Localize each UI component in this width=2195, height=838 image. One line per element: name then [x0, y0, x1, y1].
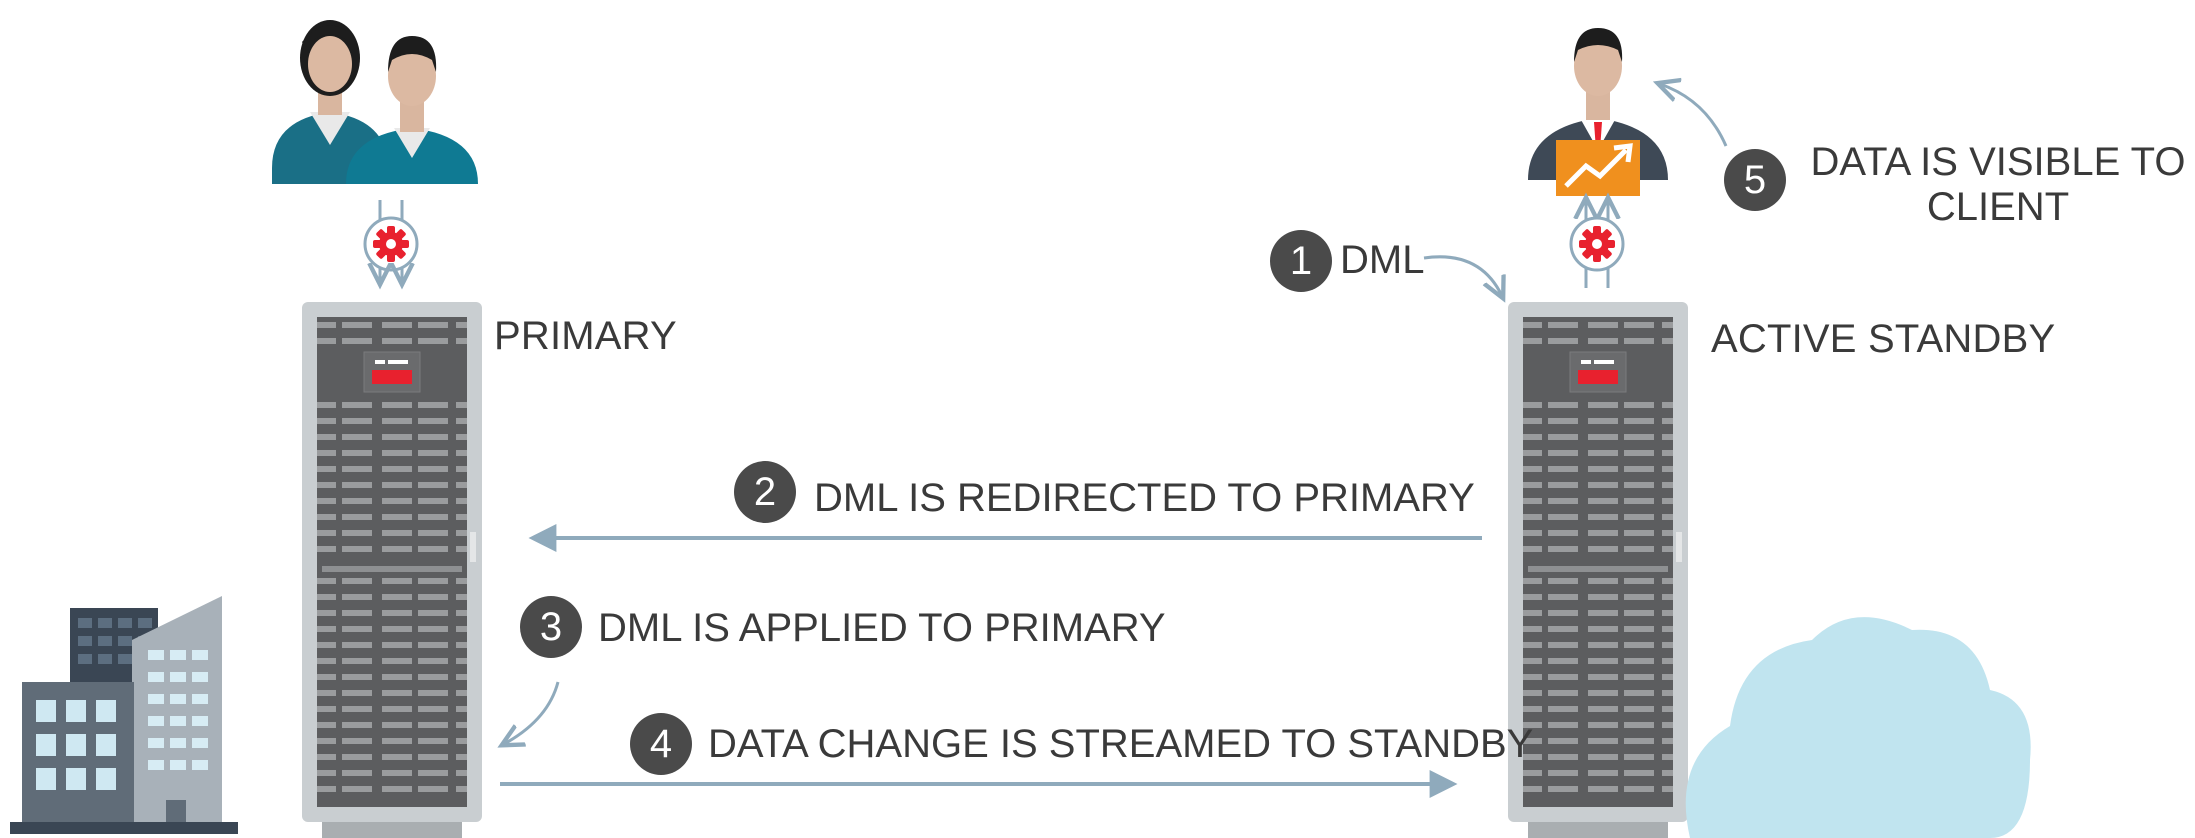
step-2-text: DML IS REDIRECTED TO PRIMARY — [814, 476, 1475, 520]
standby-gear-icon — [1569, 200, 1625, 288]
primary-gear-icon — [363, 200, 419, 282]
step-5-text-line1: DATA IS VISIBLE TO — [1810, 140, 2186, 184]
primary-label: PRIMARY — [494, 314, 677, 358]
diagram-canvas — [10, 20, 2031, 838]
visible-arrow — [1660, 84, 1728, 147]
step-3-badge: 3 — [520, 596, 582, 658]
step-4-badge: 4 — [630, 713, 692, 775]
two-users-icon — [272, 20, 478, 184]
active-standby-label: ACTIVE STANDBY — [1711, 317, 2056, 361]
dml-arrow — [1423, 255, 1502, 296]
step-1-text: DML — [1340, 238, 1425, 282]
step-3-text: DML IS APPLIED TO PRIMARY — [598, 606, 1166, 650]
step-5-text-line2: CLIENT — [1926, 185, 2070, 229]
step-5-badge: 5 — [1724, 149, 1786, 211]
step-5-text: DATA IS VISIBLE TO CLIENT — [1808, 140, 2188, 230]
trend-chart-icon — [1556, 140, 1640, 196]
apply-arrow — [504, 681, 560, 744]
step-2-badge: 2 — [734, 461, 796, 523]
primary-server-rack-icon — [301, 301, 483, 838]
step-4-text: DATA CHANGE IS STREAMED TO STANDBY — [708, 722, 1534, 766]
standby-server-rack-icon — [1507, 301, 1689, 838]
step-1-badge: 1 — [1270, 230, 1332, 292]
office-building-icon — [10, 596, 238, 834]
cloud-icon — [1685, 617, 2031, 838]
